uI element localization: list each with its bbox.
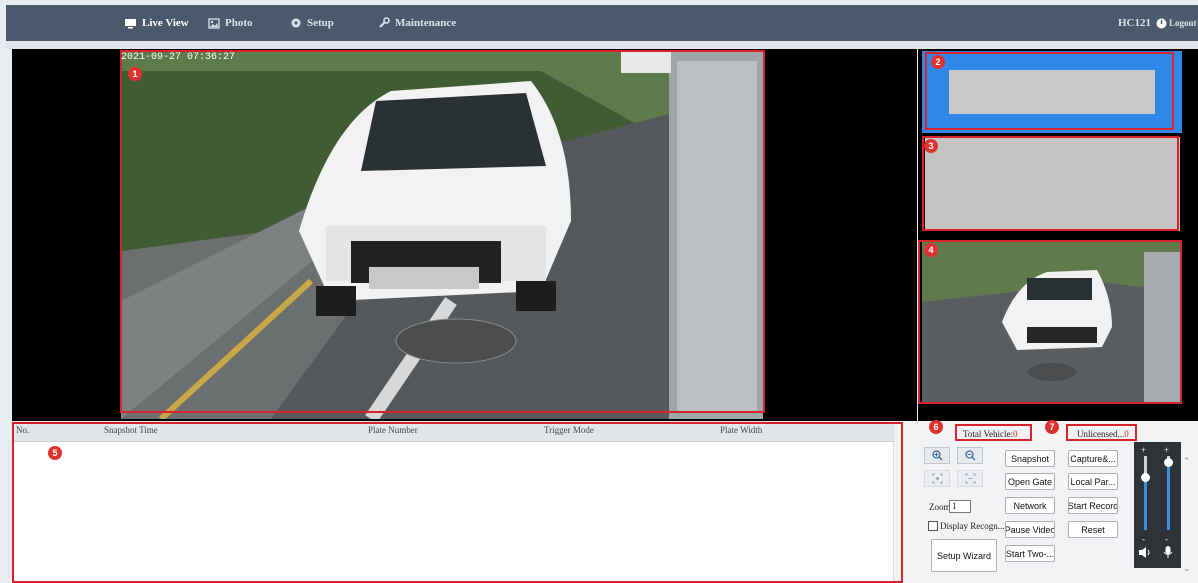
snapshot-button[interactable]: Snapshot [1005,450,1055,467]
focus-near-icon [932,473,942,484]
logout-button[interactable]: Logout [1156,5,1197,41]
photo-icon [208,17,220,29]
network-button[interactable]: Network [1005,497,1055,514]
display-recognition-checkbox[interactable] [928,521,938,531]
toolbar-strip [6,41,1198,49]
nav-tab-label: Maintenance [395,17,457,29]
video-timestamp: 2021-09-27 07:36:27 [121,52,236,63]
mic-plus-label: + [1164,445,1170,455]
vehicle-snapshot-highlight [918,240,1182,404]
nav-tab-label: Setup [307,17,334,29]
callout-badge-4: 4 [924,243,938,257]
mic-minus-label: - [1165,534,1168,544]
nav-tab-live-view[interactable]: Live View [124,5,189,41]
zoom-in-icon [931,450,943,461]
setup-wizard-button[interactable]: Setup Wizard [931,539,997,572]
mic-volume-fill [1167,462,1170,530]
nav-tab-photo[interactable]: Photo [208,5,253,41]
total-vehicle-highlight [955,424,1032,441]
panel-scroll-up-icon[interactable]: ⌃ [1183,456,1191,467]
speaker-plus-label: + [1141,445,1147,455]
callout-badge-1: 1 [128,67,142,81]
pause-video-button[interactable]: Pause Video [1005,521,1055,538]
audio-volume-panel: + + - - [1134,442,1181,568]
callout-badge-2: 2 [931,55,945,69]
zoom-input[interactable]: 1 [949,500,971,513]
zoom-out-icon [964,450,976,461]
nav-tab-maintenance[interactable]: Maintenance [378,5,456,41]
speaker-volume-fill [1144,477,1147,530]
plate-thumbnail-highlight [925,52,1174,130]
local-parameters-button[interactable]: Local Par... [1068,473,1118,490]
power-icon [1156,18,1167,28]
open-gate-button[interactable]: Open Gate [1005,473,1055,490]
main-video-highlight [120,50,765,413]
capture-button[interactable]: Capture&... [1068,450,1118,467]
zoom-out-button[interactable] [957,447,983,464]
monitor-icon [125,18,136,28]
mic-volume-knob[interactable] [1164,458,1173,467]
gear-icon [291,18,301,28]
speaker-volume-knob[interactable] [1141,473,1150,482]
nav-tab-label: Photo [225,17,253,29]
display-recognition-toggle[interactable]: Display Recogn... [928,521,1005,531]
user-name: HC121 [1118,5,1151,41]
callout-badge-7: 7 [1045,420,1059,434]
start-two-way-audio-button[interactable]: Start Two-... [1005,545,1055,562]
panel-scroll-down-icon[interactable]: ⌄ [1183,563,1191,574]
nav-tab-setup[interactable]: Setup [290,5,334,41]
zoom-in-button[interactable] [924,447,950,464]
speaker-minus-label: - [1142,534,1145,544]
speaker-icon[interactable] [1138,546,1152,559]
callout-badge-5: 5 [48,446,62,460]
callout-badge-3: 3 [924,139,938,153]
logout-label: Logout [1169,18,1197,28]
reset-button[interactable]: Reset [1068,521,1118,538]
display-recognition-label: Display Recogn... [940,521,1005,531]
start-record-button[interactable]: Start Record [1068,497,1118,514]
results-table-highlight [12,422,903,583]
plate-detail-highlight [922,136,1179,231]
nav-tab-label: Live View [142,17,189,29]
focus-far-button[interactable] [957,470,983,487]
focus-near-button[interactable] [924,470,950,487]
microphone-icon[interactable] [1162,545,1174,559]
callout-badge-6: 6 [929,420,943,434]
focus-far-icon [965,473,975,484]
zoom-label: Zoom [929,502,951,512]
wrench-icon [379,17,390,28]
user-name-label: HC121 [1118,17,1151,29]
unlicensed-highlight [1066,424,1137,441]
top-nav-bar: Live View Photo Setup Maintenance HC121 … [6,5,1198,41]
